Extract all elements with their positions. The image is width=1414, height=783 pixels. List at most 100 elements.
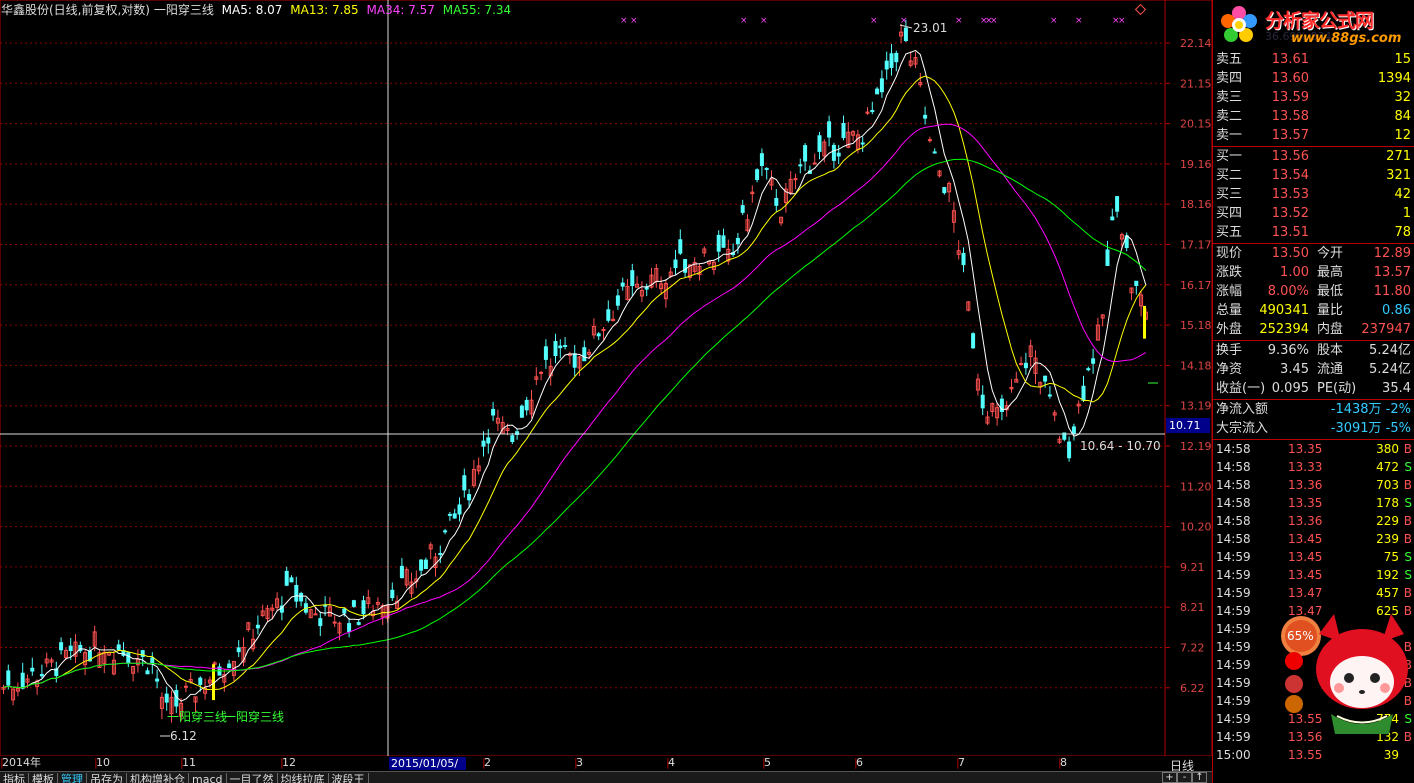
indicator-tab[interactable]: 波段王 [329,773,369,783]
cursor-price-label: 10.71 [1166,418,1210,433]
candle-body [630,270,635,287]
indicator-tab[interactable]: 机构增补仓 [127,773,189,783]
candle-body [524,399,529,411]
candle-body [438,552,443,555]
zoom-out-button[interactable]: - [1177,772,1192,783]
tick-volume: 39 [1383,748,1399,762]
stat-row: 涨幅 8.00% 最低 11.80 [1213,282,1414,301]
candle-body [1110,216,1115,221]
tick-time: 14:58 [1216,496,1251,510]
candle-body [519,405,524,418]
candle-body [155,678,160,682]
candle-body [1081,385,1086,401]
flow-row: 净流入额 -1438万 -2% [1213,400,1414,419]
candle-body [735,237,740,245]
ma13-label: MA13: 7.85 [290,3,359,17]
quote-value: 0.86 [1382,303,1411,318]
stock-name[interactable]: 华鑫股份(日线,前复权,对数) [1,3,150,17]
indicator-name[interactable]: 一阳穿三线 [154,3,214,17]
indicator-tab[interactable]: macd [189,773,227,783]
candle-body [423,559,428,569]
tick-side: S [1404,550,1412,564]
fundamental-row: 换手 9.36% 股本 5.24亿 [1213,341,1414,360]
candle-body [491,408,496,416]
range-label: 10.64 - 10.70 [1080,439,1161,453]
candle-body [227,663,232,669]
date-label: 2 [484,756,491,769]
candle-body [462,475,467,491]
site-logo[interactable]: 36.69% 834 分析家公式网 www.88gs.com [1213,0,1414,50]
candle-body [164,693,169,703]
indicator-tab[interactable]: 模板 [29,773,58,783]
tick-time: 14:59 [1216,604,1251,618]
tick-row: 14:59 13.47 457 B [1213,584,1414,602]
candle-body [601,328,606,331]
fox-mascot-icon[interactable]: 65% [1279,614,1414,734]
price-label: 13.19 [1180,400,1212,413]
tick-price: 13.33 [1288,460,1323,474]
indicator-tab[interactable]: 指标 [0,773,29,783]
quote-value: 271 [1386,149,1411,164]
tick-volume: 192 [1376,568,1399,582]
candle-body [582,347,587,362]
candle-body [755,169,760,181]
scroll-up-button[interactable]: ↑ [1192,772,1207,783]
candle-body [126,652,131,664]
indicator-tab[interactable]: 一目了然 [227,773,278,783]
candle-body [615,295,620,306]
indicator-tab[interactable]: 管理 [58,773,87,783]
signal-candle [1143,305,1146,339]
candle-body [558,345,563,349]
price-label: 19.16 [1180,158,1212,171]
price-label: 21.15 [1180,77,1212,90]
quote-label: 今开 [1317,246,1344,261]
tick-side: B [1403,532,1412,546]
tick-price: 13.45 [1288,532,1323,546]
candle-body [553,341,558,357]
date-label: 6 [856,756,863,769]
candle-body [803,145,808,162]
low-price-label: 6.12 [170,729,197,743]
candle-body [116,644,121,650]
quote-value: 15 [1394,52,1411,67]
candle-body [572,353,577,368]
bid-row: 买一 13.56 271 [1213,147,1414,166]
zoom-in-button[interactable]: + [1162,772,1177,783]
indicator-tab-bar: 指标 模板 管理 吊存为 机构增补仓 macd 一目了然 均线拉底 波段王 [0,771,1212,783]
indicator-tab[interactable]: 吊存为 [87,773,127,783]
candle-body [1067,441,1072,459]
quote-label: 卖四 [1216,71,1243,86]
ask-row: 卖三 13.59 32 [1213,88,1414,107]
candle-body [932,151,937,154]
mascot-badge: 65% [1287,629,1314,643]
tick-time: 14:59 [1216,658,1251,672]
tick-price: 13.55 [1288,748,1323,762]
date-label: 12 [282,756,296,769]
tick-volume: 229 [1376,514,1399,528]
quote-value: 12 [1394,128,1411,143]
indicator-tab[interactable]: 均线拉底 [278,773,329,783]
price-label: 8.21 [1180,601,1205,614]
candle-body [6,670,11,686]
tick-time: 14:58 [1216,532,1251,546]
ask-row: 卖一 13.57 12 [1213,126,1414,145]
candle-body [30,667,35,672]
quote-value: 32 [1394,90,1411,105]
candle-body [836,152,841,157]
candle-body [870,110,875,113]
tick-time: 14:59 [1216,568,1251,582]
kline-chart[interactable]: 22.14 21.15 20.15 19.16 18.16 17.17 16.17 15.18… [0,0,1212,756]
quote-value: 78 [1394,225,1411,240]
candle-body [860,142,865,145]
stat-row: 外盘 252394 内盘 237947 [1213,320,1414,339]
quote-label: 买四 [1216,206,1243,221]
candle-body [884,60,889,70]
bid-row: 买五 13.51 78 [1213,223,1414,242]
quote-label: 总量 [1216,303,1243,318]
quote-value: 13.59 [1271,90,1309,105]
candle-body [716,234,721,252]
candle-body [971,333,976,349]
tick-side: B [1403,442,1412,456]
candle-body [817,135,822,152]
quote-value: 5.24亿 [1369,362,1411,377]
